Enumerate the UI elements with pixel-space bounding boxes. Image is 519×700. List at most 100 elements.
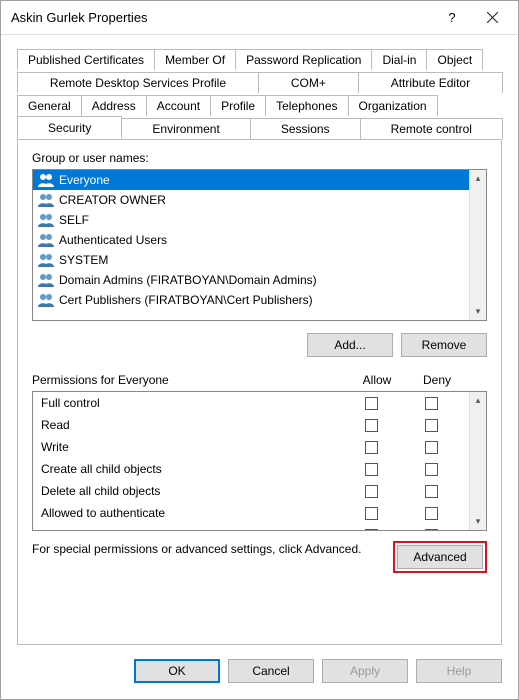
tab-environment[interactable]: Environment [121,118,250,139]
tab-attribute-editor[interactable]: Attribute Editor [358,72,503,93]
allow-checkbox[interactable] [365,485,378,498]
permission-label: Change password [41,528,341,530]
tab-sessions[interactable]: Sessions [250,118,361,139]
tab-object[interactable]: Object [426,49,483,70]
deny-checkbox[interactable] [425,397,438,410]
dialog-buttons: OK Cancel Apply Help [1,647,518,699]
tab-profile[interactable]: Profile [210,95,266,116]
window-title: Askin Gurlek Properties [11,10,432,25]
allow-checkbox[interactable] [365,463,378,476]
principal-item[interactable]: Domain Admins (FIRATBOYAN\Domain Admins) [33,270,469,290]
principal-label: Cert Publishers (FIRATBOYAN\Cert Publish… [59,293,313,307]
group-icon [37,272,55,288]
tab-strip: Published Certificates Member Of Passwor… [17,47,502,140]
remove-button[interactable]: Remove [401,333,487,357]
principals-listbox[interactable]: Everyone CREATOR OWNER SELF Authenticate… [32,169,487,321]
security-tab-panel: Group or user names: Everyone CREATOR OW… [17,139,502,645]
principal-label: CREATOR OWNER [59,193,166,207]
tab-rds-profile[interactable]: Remote Desktop Services Profile [17,72,259,93]
properties-dialog: Askin Gurlek Properties ? Published Cert… [0,0,519,700]
permission-row: Create all child objects [33,458,469,480]
allow-checkbox[interactable] [365,419,378,432]
advanced-highlight: Advanced [393,541,487,573]
permissions-header: Permissions for Everyone Allow Deny [32,373,487,387]
advanced-button[interactable]: Advanced [397,545,483,569]
permission-row: Allowed to authenticate [33,502,469,524]
permissions-listbox[interactable]: Full control Read Write Create all child ob… [32,391,487,531]
group-icon [37,212,55,228]
permission-label: Delete all child objects [41,484,341,498]
tab-member-of[interactable]: Member Of [154,49,236,70]
tab-telephones[interactable]: Telephones [265,95,348,116]
scroll-up-icon[interactable]: ▴ [470,392,486,409]
permission-row: Full control [33,392,469,414]
close-button[interactable] [472,4,512,32]
principal-label: Authenticated Users [59,233,167,247]
permission-label: Full control [41,396,341,410]
allow-col-header: Allow [347,373,407,387]
apply-button[interactable]: Apply [322,659,408,683]
principal-label: Domain Admins (FIRATBOYAN\Domain Admins) [59,273,317,287]
tab-dial-in[interactable]: Dial-in [371,49,427,70]
allow-checkbox[interactable] [365,507,378,520]
add-button[interactable]: Add... [307,333,393,357]
permission-label: Read [41,418,341,432]
tab-published-certificates[interactable]: Published Certificates [17,49,155,70]
tab-organization[interactable]: Organization [348,95,438,116]
group-icon [37,292,55,308]
permission-row: Delete all child objects [33,480,469,502]
principal-item[interactable]: Everyone [33,170,469,190]
principal-label: SELF [59,213,89,227]
deny-checkbox[interactable] [425,507,438,520]
principal-item[interactable]: Authenticated Users [33,230,469,250]
ok-button[interactable]: OK [134,659,220,683]
allow-checkbox[interactable] [365,397,378,410]
principal-item[interactable]: CREATOR OWNER [33,190,469,210]
tab-com-plus[interactable]: COM+ [258,72,359,93]
principal-item[interactable]: SYSTEM [33,250,469,270]
content-area: Published Certificates Member Of Passwor… [1,35,518,647]
tab-remote-control[interactable]: Remote control [360,118,503,139]
allow-checkbox[interactable] [365,529,378,530]
principals-scrollbar[interactable]: ▴ ▾ [469,170,486,320]
deny-checkbox[interactable] [425,485,438,498]
tab-address[interactable]: Address [81,95,147,116]
scroll-down-icon[interactable]: ▾ [470,303,486,320]
permissions-title: Permissions for Everyone [32,373,347,387]
deny-checkbox[interactable] [425,529,438,530]
scroll-down-icon[interactable]: ▾ [470,513,486,530]
close-icon [487,12,498,23]
help-button[interactable]: ? [432,4,472,32]
tab-password-replication[interactable]: Password Replication [235,49,372,70]
permission-row: Read [33,414,469,436]
principal-item[interactable]: SELF [33,210,469,230]
deny-checkbox[interactable] [425,419,438,432]
principal-label: SYSTEM [59,253,108,267]
titlebar: Askin Gurlek Properties ? [1,1,518,35]
deny-col-header: Deny [407,373,467,387]
group-icon [37,172,55,188]
deny-checkbox[interactable] [425,463,438,476]
help-dialog-button[interactable]: Help [416,659,502,683]
group-icon [37,192,55,208]
question-icon: ? [448,10,455,25]
tab-account[interactable]: Account [146,95,211,116]
permission-label: Create all child objects [41,462,341,476]
permission-row: Change password [33,524,469,530]
cancel-button[interactable]: Cancel [228,659,314,683]
permission-label: Allowed to authenticate [41,506,341,520]
deny-checkbox[interactable] [425,441,438,454]
group-icon [37,232,55,248]
principal-item[interactable]: Cert Publishers (FIRATBOYAN\Cert Publish… [33,290,469,310]
tab-security[interactable]: Security [17,116,122,139]
permissions-scrollbar[interactable]: ▴ ▾ [469,392,486,530]
permission-label: Write [41,440,341,454]
principal-label: Everyone [59,173,110,187]
special-permissions-text: For special permissions or advanced sett… [32,541,383,557]
scroll-up-icon[interactable]: ▴ [470,170,486,187]
group-icon [37,252,55,268]
tab-general[interactable]: General [17,95,82,116]
permission-row: Write [33,436,469,458]
groups-label: Group or user names: [32,151,487,165]
allow-checkbox[interactable] [365,441,378,454]
